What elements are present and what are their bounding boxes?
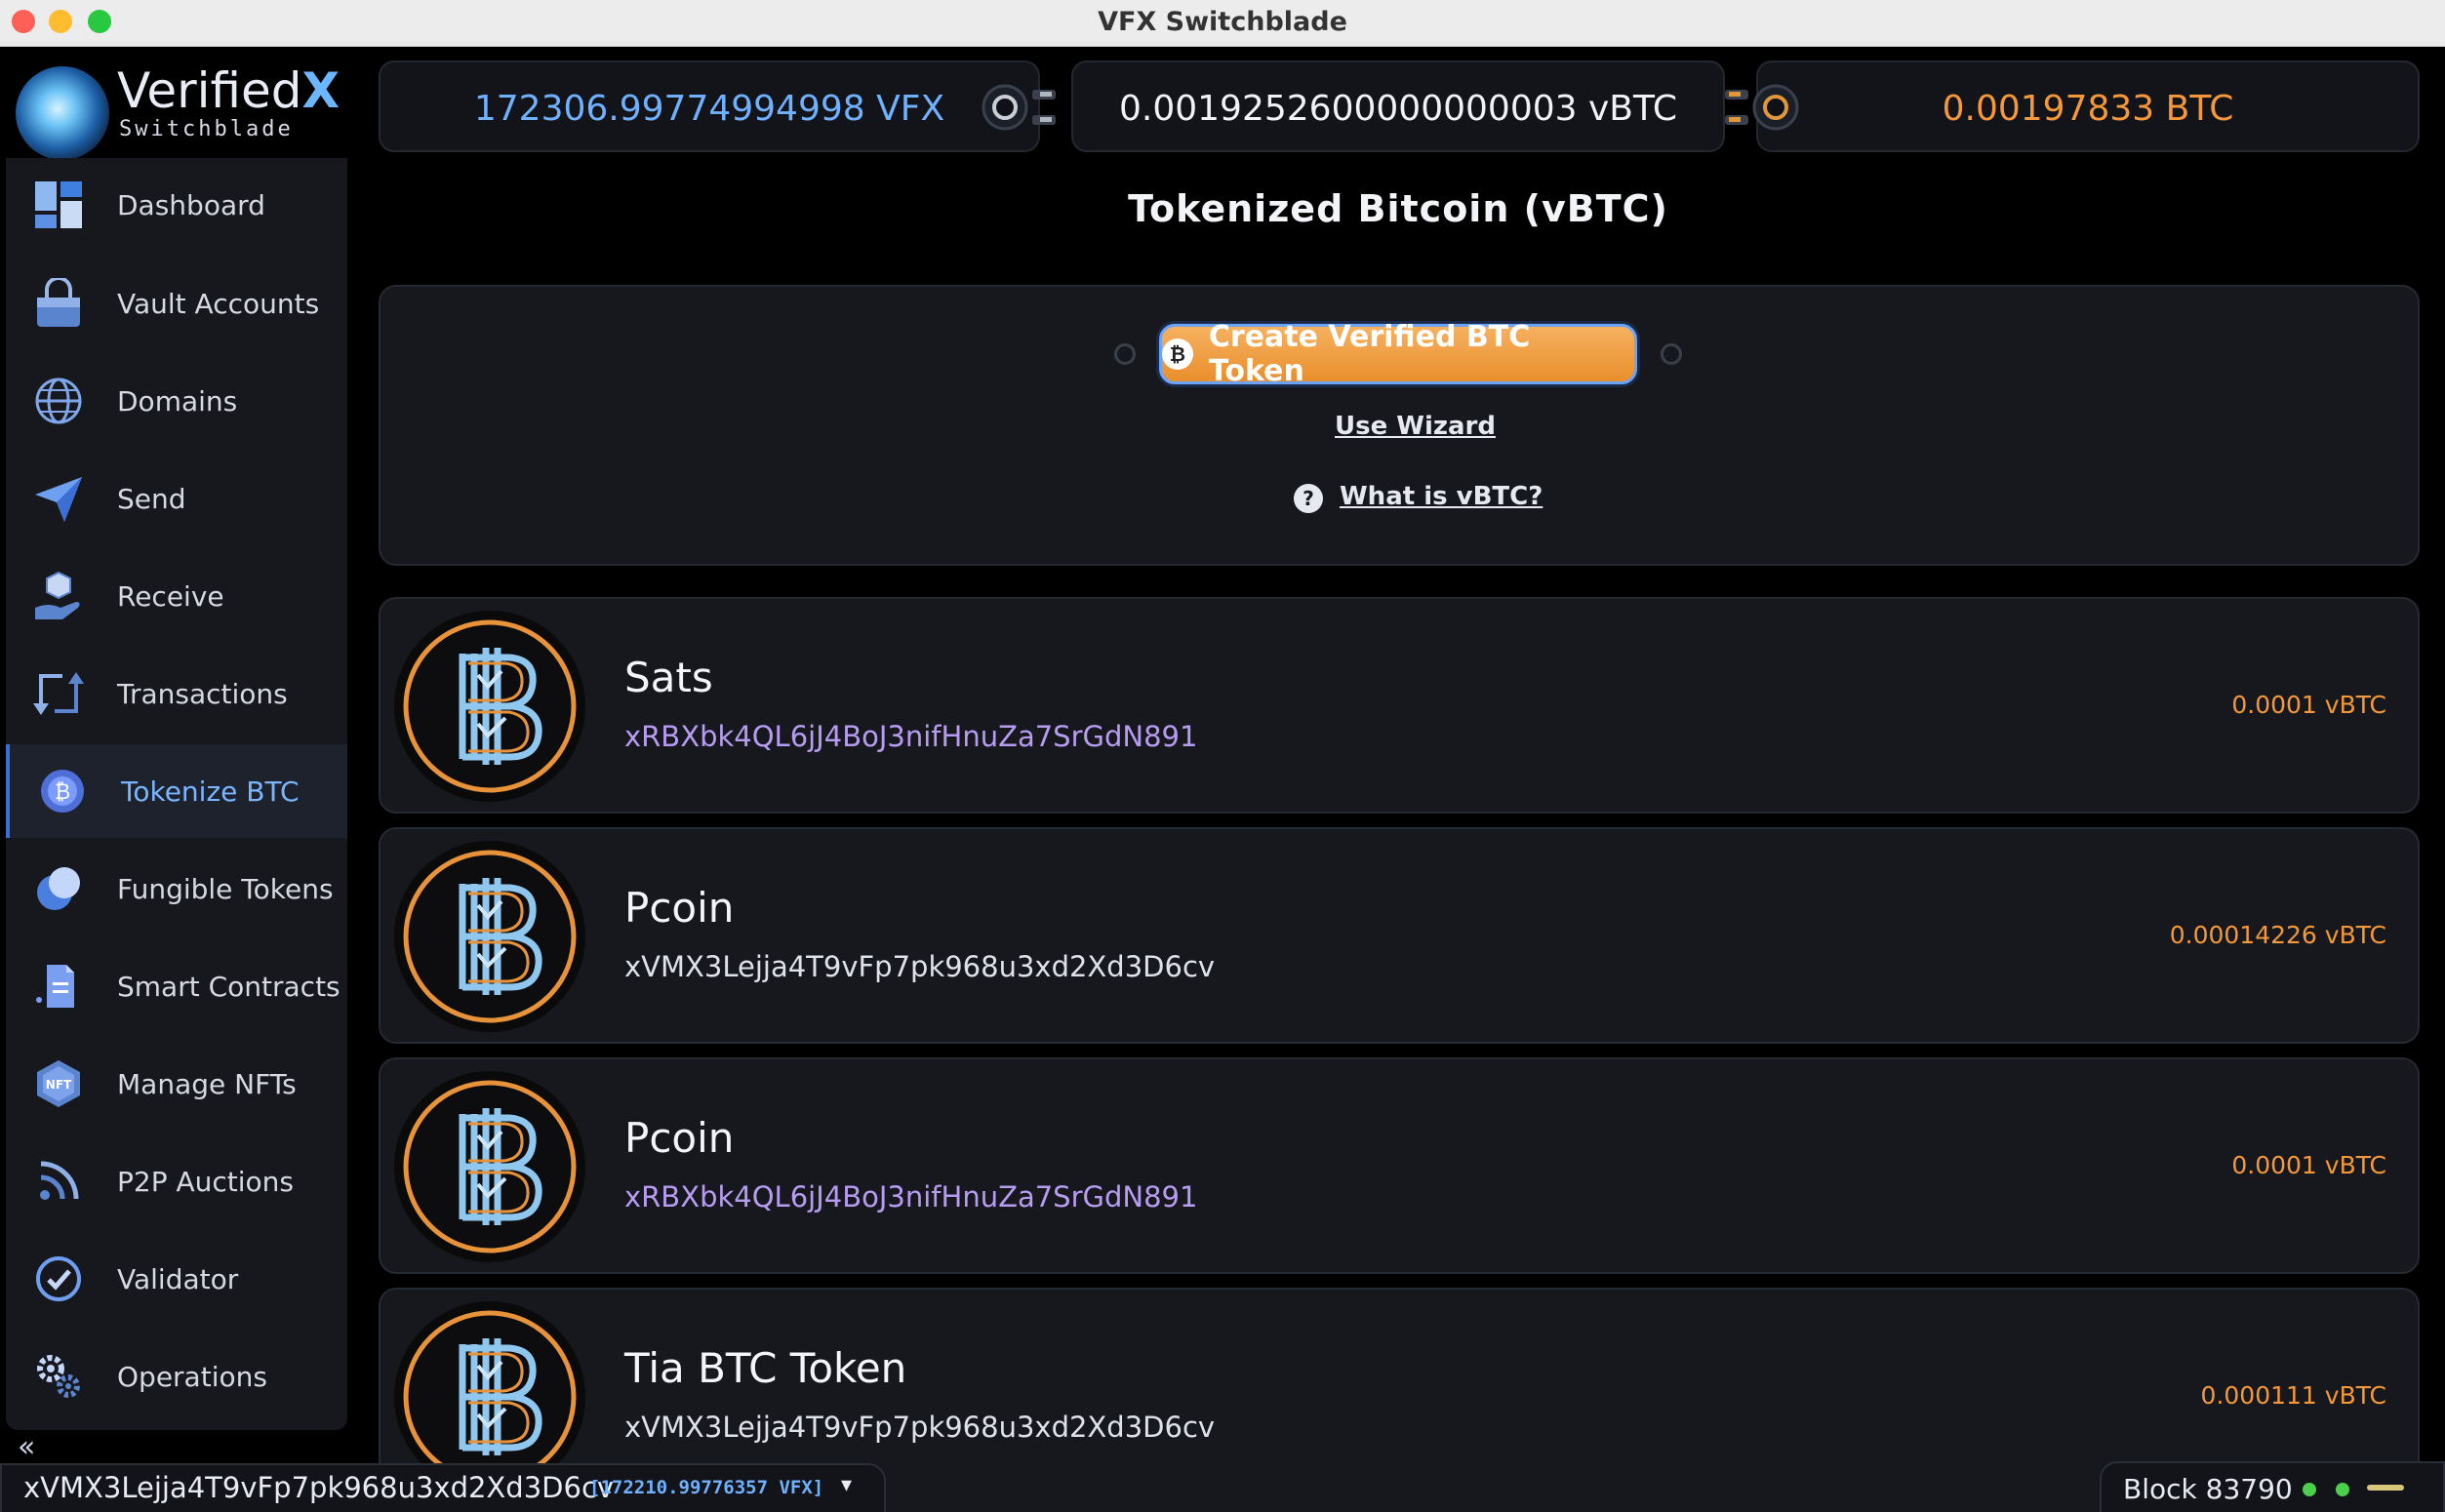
account-selector[interactable]: xVMX3Lejja4T9vFp7pk968u3xd2Xd3D6cv [1722… — [0, 1463, 886, 1512]
sidebar-item-label: Fungible Tokens — [117, 872, 334, 905]
sidebar-item-label: Validator — [117, 1262, 239, 1295]
status-bars-icon — [2367, 1485, 2404, 1491]
token-address: xRBXbk4QL6jJ4BoJ3nifHnuZa7SrGdN891 — [624, 1180, 1198, 1214]
bitcoin-token-logo-icon — [394, 841, 585, 1032]
brand-name-accent: X — [301, 62, 341, 119]
current-address-balance: [172210.99776357 VFX] — [589, 1477, 824, 1498]
sidebar-item-vault-accounts[interactable]: Vault Accounts — [6, 257, 347, 350]
connector-left-icon — [982, 84, 1056, 131]
vbtc-balance-panel: 0.0019252600000000003 vBTC — [1071, 60, 1725, 152]
token-card[interactable]: Pcoin xRBXbk4QL6jJ4BoJ3nifHnuZa7SrGdN891… — [379, 1057, 2420, 1274]
current-address: xVMX3Lejja4T9vFp7pk968u3xd2Xd3D6cv — [23, 1471, 615, 1504]
receive-icon — [31, 569, 86, 623]
sidebar-item-domains[interactable]: Domains — [6, 354, 347, 448]
token-amount: 0.0001 vBTC — [2231, 1151, 2386, 1179]
sidebar-item-dashboard[interactable]: Dashboard — [6, 158, 347, 252]
sidebar-item-receive[interactable]: Receive — [6, 549, 347, 643]
token-amount: 0.000111 vBTC — [2200, 1381, 2386, 1410]
token-amount: 0.0001 vBTC — [2231, 691, 2386, 719]
sidebar-item-label: Vault Accounts — [117, 287, 320, 320]
vfx-balance-panel: 172306.99774994998 VFX — [379, 60, 1040, 152]
sidebar-item-send[interactable]: Send — [6, 452, 347, 545]
gears-icon — [31, 1349, 86, 1404]
sidebar-item-label: Smart Contracts — [117, 970, 341, 1003]
token-amount: 0.00014226 vBTC — [2169, 921, 2386, 949]
sidebar-item-label: Transactions — [117, 677, 288, 710]
status-dot-icon — [2303, 1483, 2316, 1496]
button-connector-right-icon — [1661, 343, 1682, 365]
window-title: VFX Switchblade — [1098, 7, 1347, 37]
token-name: Sats — [624, 654, 713, 701]
chevron-down-icon[interactable]: ▾ — [841, 1473, 852, 1497]
nft-icon: NFT — [31, 1056, 86, 1111]
paper-plane-icon — [31, 471, 86, 526]
status-dot-icon — [2336, 1483, 2349, 1496]
transactions-icon — [31, 666, 86, 721]
sidebar-item-label: Tokenize BTC — [121, 775, 300, 808]
sidebar-item-transactions[interactable]: Transactions — [6, 647, 347, 740]
token-name: Pcoin — [624, 884, 735, 932]
validator-check-icon — [31, 1252, 86, 1306]
vfx-balance: 172306.99774994998 VFX — [473, 88, 945, 129]
auction-icon — [31, 1154, 86, 1209]
brand-subtitle: Switchblade — [119, 117, 294, 141]
token-address: xVMX3Lejja4T9vFp7pk968u3xd2Xd3D6cv — [624, 1411, 1216, 1444]
btc-balance: 0.00197833 BTC — [1942, 88, 2234, 129]
btc-balance-panel: 0.00197833 BTC — [1756, 60, 2420, 152]
sidebar-item-smart-contracts[interactable]: Smart Contracts — [6, 939, 347, 1033]
help-question-icon: ? — [1294, 484, 1323, 513]
block-height: Block 83790 — [2123, 1473, 2293, 1505]
verifiedx-logo-icon — [16, 66, 109, 160]
sidebar-item-label: Send — [117, 482, 186, 515]
use-wizard-link[interactable]: Use Wizard — [1335, 412, 1496, 441]
sidebar-item-operations[interactable]: Operations — [6, 1330, 347, 1423]
token-address: xRBXbk4QL6jJ4BoJ3nifHnuZa7SrGdN891 — [624, 720, 1198, 753]
bitcoin-icon: ₿ — [35, 764, 90, 818]
brand-name: VerifiedX — [117, 62, 340, 119]
bitcoin-token-logo-icon — [394, 611, 585, 802]
create-button-label: Create Verified BTC Token — [1208, 320, 1531, 388]
sidebar-item-tokenize-btc[interactable]: ₿ Tokenize BTC — [6, 744, 347, 838]
connector-right-icon — [1725, 84, 1799, 131]
brand-logo-area: VerifiedX Switchblade — [10, 59, 341, 160]
what-is-vbtc-link[interactable]: What is vBTC? — [1340, 482, 1543, 511]
dashboard-icon — [31, 178, 86, 232]
token-name: Pcoin — [624, 1114, 735, 1162]
svg-text:NFT: NFT — [46, 1078, 72, 1092]
smart-contract-icon — [31, 959, 86, 1014]
svg-text:₿: ₿ — [55, 780, 70, 805]
sidebar-item-label: Receive — [117, 579, 224, 613]
page-title: Tokenized Bitcoin (vBTC) — [1128, 187, 1668, 230]
button-connector-left-icon — [1114, 343, 1136, 365]
token-address: xVMX3Lejja4T9vFp7pk968u3xd2Xd3D6cv — [624, 950, 1216, 983]
bitcoin-token-logo-icon — [394, 1071, 585, 1262]
sidebar-item-label: Dashboard — [117, 188, 265, 221]
network-status: Block 83790 — [2100, 1461, 2445, 1512]
token-name: Tia BTC Token — [624, 1344, 907, 1392]
sidebar-item-label: Domains — [117, 384, 238, 418]
bitcoin-coin-icon: ₿ — [1162, 338, 1193, 370]
sidebar: Dashboard Vault Accounts Domains Send Re… — [6, 158, 347, 1430]
sidebar-item-label: Manage NFTs — [117, 1067, 297, 1100]
sidebar-item-label: P2P Auctions — [117, 1165, 295, 1198]
sidebar-item-fungible-tokens[interactable]: Fungible Tokens — [6, 842, 347, 935]
token-card[interactable]: Sats xRBXbk4QL6jJ4BoJ3nifHnuZa7SrGdN891 … — [379, 597, 2420, 814]
window-titlebar: VFX Switchblade — [0, 0, 2445, 47]
brand-name-main: Verified — [117, 62, 302, 119]
token-card[interactable]: Pcoin xVMX3Lejja4T9vFp7pk968u3xd2Xd3D6cv… — [379, 827, 2420, 1044]
vault-icon — [31, 276, 86, 331]
sidebar-item-label: Operations — [117, 1360, 267, 1393]
globe-icon — [31, 374, 86, 428]
fungible-tokens-icon — [31, 861, 86, 916]
collapse-sidebar-button[interactable]: « — [18, 1430, 35, 1464]
vbtc-balance: 0.0019252600000000003 vBTC — [1119, 88, 1677, 129]
sidebar-item-manage-nfts[interactable]: NFT Manage NFTs — [6, 1037, 347, 1131]
create-verified-btc-token-button[interactable]: ₿ Create Verified BTC Token — [1159, 320, 1637, 388]
sidebar-item-p2p-auctions[interactable]: P2P Auctions — [6, 1134, 347, 1228]
sidebar-item-validator[interactable]: Validator — [6, 1232, 347, 1326]
